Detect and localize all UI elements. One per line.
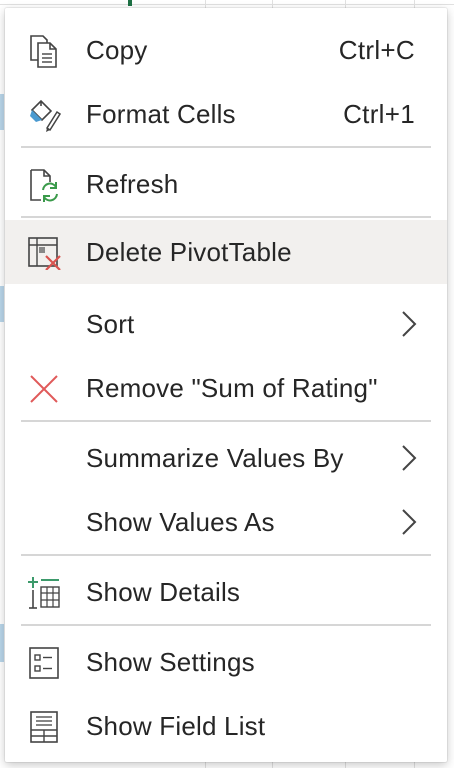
- separator: [21, 420, 431, 422]
- menu-item-refresh[interactable]: Refresh: [5, 152, 447, 216]
- menu-item-show-settings[interactable]: Show Settings: [5, 630, 447, 694]
- menu-item-label: Copy: [86, 34, 148, 65]
- row-highlight: [0, 286, 4, 322]
- refresh-icon: [27, 168, 61, 202]
- delete-pivottable-icon: [27, 236, 61, 271]
- chevron-right-icon: [401, 508, 417, 536]
- shortcut-label: Ctrl+C: [338, 34, 415, 65]
- format-cells-icon: [27, 98, 62, 132]
- menu-item-sort[interactable]: Sort: [5, 292, 447, 356]
- menu-item-label: Show Details: [86, 576, 241, 607]
- field-list-icon: [27, 710, 61, 744]
- menu-item-show-field-list[interactable]: Show Field List: [5, 694, 447, 758]
- menu-item-format-cells[interactable]: Format Cells Ctrl+1: [5, 82, 447, 146]
- menu-item-label: Show Values As: [86, 506, 275, 537]
- menu-item-label: Show Settings: [86, 646, 255, 677]
- menu-item-delete-pivottable[interactable]: Delete PivotTable: [5, 220, 447, 284]
- gridline: [0, 4, 454, 5]
- row-highlight: [0, 94, 4, 130]
- menu-item-summarize-values-by[interactable]: Summarize Values By: [5, 426, 447, 490]
- menu-item-label: Summarize Values By: [86, 442, 344, 473]
- selected-cell-border: [128, 0, 132, 6]
- context-menu: Copy Ctrl+C Format Cells Ctrl+1 Refresh …: [5, 8, 447, 762]
- menu-item-copy[interactable]: Copy Ctrl+C: [5, 18, 447, 82]
- show-details-icon: [27, 576, 61, 610]
- menu-item-label: Show Field List: [86, 710, 266, 741]
- chevron-right-icon: [401, 310, 417, 338]
- separator: [21, 216, 431, 218]
- menu-item-label: Sort: [86, 308, 135, 339]
- menu-item-show-details[interactable]: Show Details: [5, 560, 447, 624]
- show-settings-icon: [27, 646, 61, 680]
- menu-item-remove-field[interactable]: Remove "Sum of Rating": [5, 356, 447, 420]
- separator: [21, 146, 431, 148]
- menu-item-label: Refresh: [86, 168, 179, 199]
- copy-icon: [27, 34, 61, 68]
- menu-item-label: Remove "Sum of Rating": [86, 372, 378, 403]
- menu-item-show-values-as[interactable]: Show Values As: [5, 490, 447, 554]
- separator: [21, 554, 431, 556]
- chevron-right-icon: [401, 444, 417, 472]
- separator: [21, 624, 431, 626]
- shortcut-label: Ctrl+1: [343, 98, 415, 129]
- menu-item-label: Delete PivotTable: [86, 236, 292, 267]
- row-highlight: [0, 624, 4, 662]
- menu-item-label: Format Cells: [86, 98, 236, 129]
- remove-icon: [27, 372, 61, 406]
